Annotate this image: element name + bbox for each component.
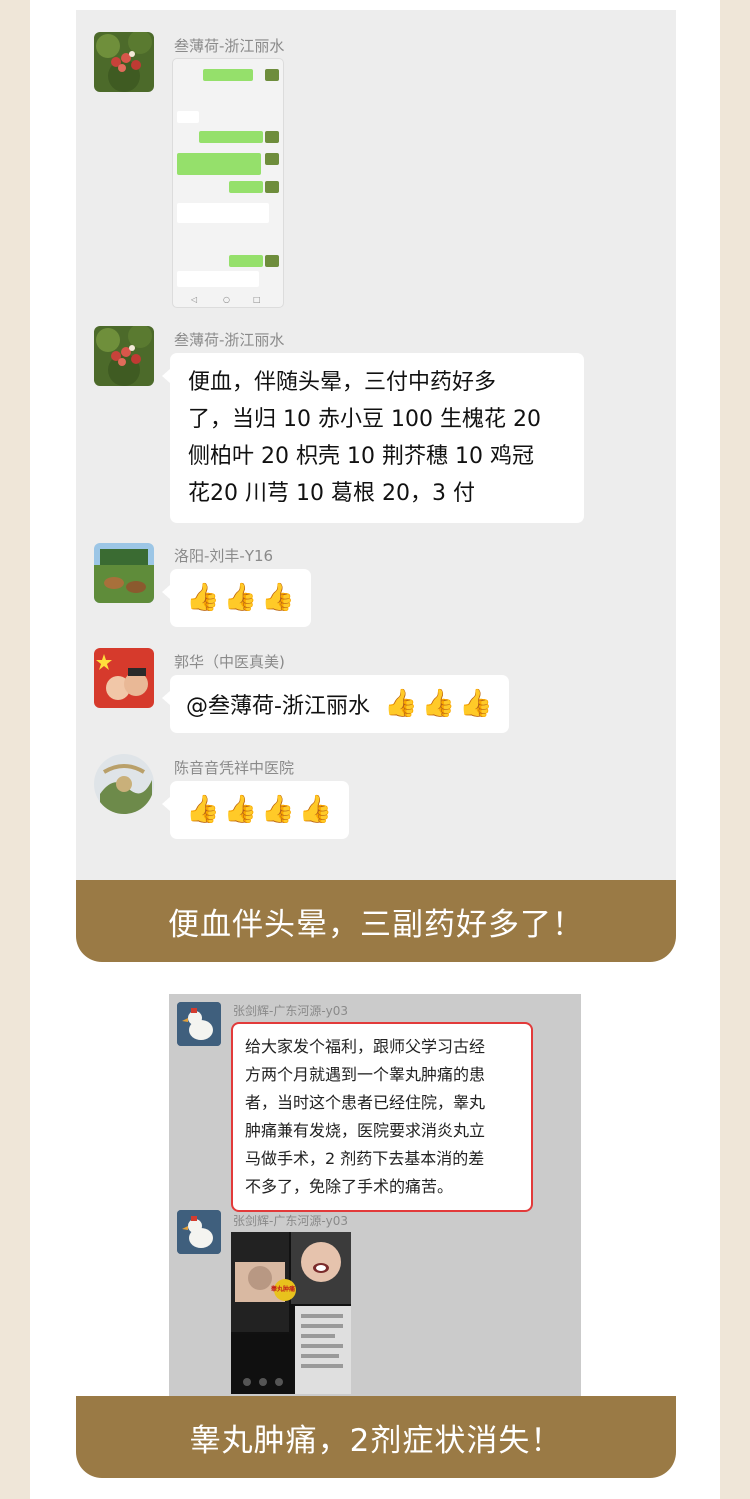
thumbs-up-icon: 👍	[383, 688, 418, 719]
caption-banner-1: 便血伴头晕，三副药好多了！	[76, 880, 676, 962]
thumbs-up-icon: 👍	[298, 794, 333, 825]
mini-nav-icon: ○	[223, 295, 230, 304]
message-bubble-prescription[interactable]: 便血，伴随头晕，三付中药好多 了，当归 10 赤小豆 100 生槐花 20 侧柏…	[162, 353, 584, 523]
testimonial-card-1: 叁薄荷-浙江丽水 ◁ ○ □ 叁薄荷-浙江丽水 便血，伴随头晕，三付中药好多 了…	[76, 10, 676, 962]
message-bubble-mention[interactable]: @叁薄荷-浙江丽水 👍 👍 👍	[162, 675, 509, 733]
chat-screenshot-2: 张剑辉-广东河源-y03 给大家发个福利，跟师父学习古经 方两个月就遇到一个睾丸…	[169, 994, 581, 1398]
sender-name: 陈音音凭祥中医院	[174, 759, 295, 777]
mini-white-bubble	[177, 203, 269, 223]
testimonial-card-2: 张剑辉-广东河源-y03 给大家发个福利，跟师父学习古经 方两个月就遇到一个睾丸…	[76, 994, 676, 1478]
mini-input-bar	[177, 271, 259, 287]
caption-banner-2: 睾丸肿痛，2剂症状消失！	[76, 1396, 676, 1478]
thumbs-up-icon: 👍	[261, 794, 295, 825]
sender-name: 郭华（中医真美)	[174, 653, 285, 671]
message-line: 花20 川芎 10 葛根 20，3 付	[188, 481, 475, 506]
avatar-chenyinyin[interactable]	[94, 754, 154, 814]
mention-text[interactable]: @叁薄荷-浙江丽水	[186, 688, 370, 720]
message-line: 侧柏叶 20 枳壳 10 荆芥穗 10 鸡冠	[188, 444, 534, 469]
avatar-sanbohe[interactable]	[94, 326, 154, 386]
sender-name: 叁薄荷-浙江丽水	[174, 37, 285, 55]
chat-screenshot-1: 叁薄荷-浙江丽水 ◁ ○ □ 叁薄荷-浙江丽水 便血，伴随头晕，三付中药好多 了…	[76, 10, 676, 880]
mini-nav-icon: □	[253, 295, 261, 304]
chat-image-collage[interactable]: 睾丸肿痛	[231, 1232, 351, 1394]
avatar-guohua[interactable]	[94, 648, 154, 708]
mini-white-bubble	[177, 111, 199, 123]
mini-avatar	[265, 181, 279, 193]
mini-nav-icon: ◁	[191, 295, 198, 304]
thumbs-up-icon: 👍	[261, 582, 295, 613]
message-line: 不多了，免除了手术的痛苦。	[245, 1177, 454, 1196]
thumbs-up-icon: 👍	[186, 794, 220, 825]
highlighted-message-bubble[interactable]: 给大家发个福利，跟师父学习古经 方两个月就遇到一个睾丸肿痛的患 者，当时这个患者…	[231, 1022, 533, 1212]
avatar-liufeng[interactable]	[94, 543, 154, 603]
mini-avatar	[265, 131, 279, 143]
mini-avatar	[265, 69, 279, 81]
mini-green-bubble	[199, 131, 263, 143]
thumbs-up-icon: 👍	[223, 794, 258, 825]
message-line: 便血，伴随头晕，三付中药好多	[188, 370, 497, 395]
sender-name: 洛阳-刘丰-Y16	[174, 547, 274, 565]
collage-label: 睾丸肿痛	[271, 1286, 296, 1293]
message-line: 了，当归 10 赤小豆 100 生槐花 20	[188, 407, 541, 432]
sender-name: 张剑辉-广东河源-y03	[233, 1214, 349, 1228]
mini-avatar	[265, 153, 279, 165]
avatar-zhangjianhui[interactable]	[177, 1002, 221, 1046]
thumbs-up-icon: 👍	[186, 582, 220, 613]
sender-name: 叁薄荷-浙江丽水	[174, 331, 285, 349]
mini-green-bubble	[203, 69, 253, 81]
mini-green-bubble	[229, 255, 263, 267]
message-line: 给大家发个福利，跟师父学习古经	[245, 1037, 486, 1056]
avatar-sanbohe[interactable]	[94, 32, 154, 92]
thumbs-up-icon: 👍	[223, 582, 258, 613]
message-bubble-thumbs[interactable]: 👍 👍 👍	[162, 569, 311, 627]
message-line: 者，当时这个患者已经住院，睾丸	[245, 1093, 486, 1112]
message-line: 肿痛兼有发烧，医院要求消炎丸立	[245, 1121, 486, 1140]
avatar-zhangjianhui[interactable]	[177, 1210, 221, 1254]
sender-name: 张剑辉-广东河源-y03	[233, 1004, 349, 1018]
message-bubble-thumbs[interactable]: 👍 👍 👍 👍	[162, 781, 349, 839]
thumbs-up-icon: 👍	[421, 688, 456, 719]
mini-green-bubble	[177, 153, 261, 175]
thumbs-up-icon: 👍	[459, 688, 493, 719]
mini-green-bubble	[229, 181, 263, 193]
message-line: 方两个月就遇到一个睾丸肿痛的患	[245, 1065, 486, 1084]
message-line: 马做手术，2 剂药下去基本消的差	[245, 1149, 485, 1168]
mini-avatar	[265, 255, 279, 267]
chat-image-thumbnail[interactable]: ◁ ○ □	[172, 58, 284, 308]
